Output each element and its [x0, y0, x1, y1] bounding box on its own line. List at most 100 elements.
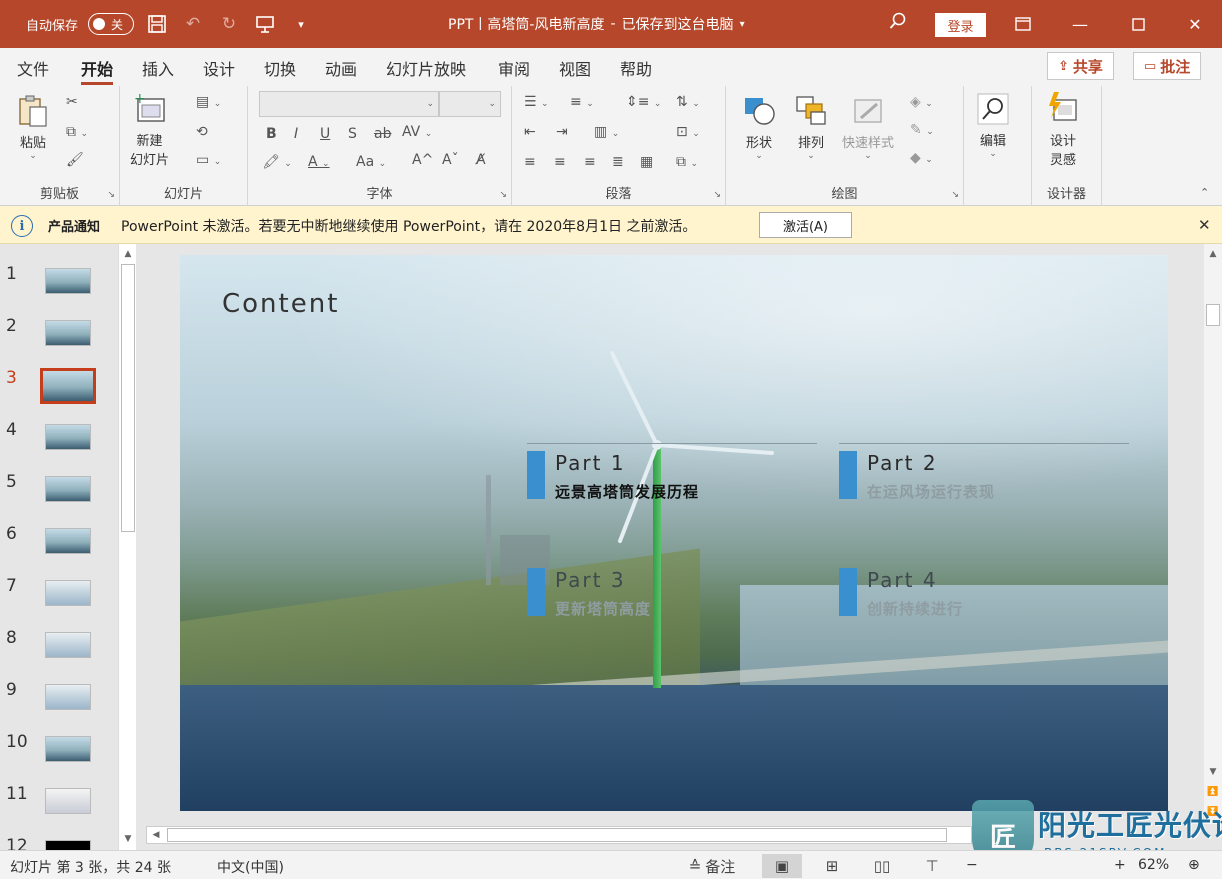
slide-sorter-icon[interactable]: ⊞ [812, 854, 852, 878]
shadow-icon[interactable]: S [348, 126, 357, 142]
text-direction-icon[interactable]: ⇅ ⌄ [676, 94, 700, 110]
current-slide[interactable]: Content Part 1 远景高塔筒发展历程 Part 2 在运风场运行表现… [180, 255, 1168, 811]
slideshow-view-icon[interactable]: ⊤ [912, 854, 952, 878]
notes-button[interactable]: ≙ 备注 [684, 854, 740, 878]
thumbnail-item[interactable]: 2 [0, 316, 118, 368]
numbering-icon[interactable]: ≡ ⌄ [570, 94, 594, 110]
bold-icon[interactable]: B [266, 126, 277, 142]
section-icon[interactable]: ▭ ⌄ [196, 152, 221, 168]
shape-effects-icon[interactable]: ◆ ⌄ [910, 150, 933, 166]
cut-icon[interactable]: ✂ [66, 94, 78, 110]
customize-toolbar-icon[interactable]: ▾ [288, 11, 314, 37]
slide-title[interactable]: Content [222, 289, 339, 319]
close-icon[interactable]: ✕ [1198, 216, 1211, 234]
part-1-block[interactable]: Part 1 远景高塔筒发展历程 [527, 443, 817, 503]
dialog-launcher-icon[interactable]: ↘ [107, 190, 115, 200]
change-case-icon[interactable]: Aa ⌄ [356, 154, 386, 170]
thumbnail-item[interactable]: 4 [0, 420, 118, 472]
thumbnail-item[interactable]: 12 [0, 836, 118, 850]
tab-slideshow[interactable]: 幻灯片放映 [386, 56, 466, 80]
thumbnail-item[interactable]: 5 [0, 472, 118, 524]
shrink-font-icon[interactable]: Aˇ [442, 152, 459, 168]
align-text-icon[interactable]: ⊡ ⌄ [676, 124, 700, 140]
scroll-up-icon[interactable]: ▲ [1204, 246, 1222, 262]
fit-to-window-icon[interactable]: ⊕ [1188, 857, 1200, 873]
part-2-block[interactable]: Part 2 在运风场运行表现 [839, 443, 1129, 503]
reset-icon[interactable]: ⟲ [196, 124, 208, 140]
editor-vertical-scrollbar[interactable]: ▲ ▼ ⏫ ⏬ [1204, 244, 1222, 824]
zoom-out-icon[interactable]: − [966, 857, 978, 873]
scroll-up-icon[interactable]: ▲ [119, 246, 137, 262]
thumbnail-item[interactable]: 6 [0, 524, 118, 576]
align-right-icon[interactable]: ≡ [584, 154, 596, 170]
grow-font-icon[interactable]: A^ [412, 152, 433, 168]
share-button[interactable]: ⇪ 共享 [1047, 52, 1114, 80]
columns-icon[interactable]: ▥ ⌄ [594, 124, 619, 140]
align-center-icon[interactable]: ≡ [554, 154, 566, 170]
increase-indent-icon[interactable]: ⇥ [556, 124, 568, 140]
tab-home[interactable]: 开始 [81, 56, 114, 85]
scroll-down-icon[interactable]: ▼ [119, 831, 137, 847]
dialog-launcher-icon[interactable]: ↘ [499, 190, 507, 200]
activate-button[interactable]: 激活(A) [759, 212, 852, 238]
scrollbar-thumb[interactable] [121, 264, 135, 532]
ribbon-display-icon[interactable] [1000, 0, 1046, 48]
normal-view-icon[interactable]: ▣ [762, 854, 802, 878]
char-spacing-icon[interactable]: AV ⌄ [402, 124, 432, 140]
scrollbar-thumb[interactable] [1206, 304, 1220, 326]
line-spacing-icon[interactable]: ⇕≡ ⌄ [626, 94, 661, 110]
justify-icon[interactable]: ≣ [612, 154, 624, 170]
chevron-down-icon[interactable]: ▾ [740, 19, 745, 30]
underline-icon[interactable]: U [320, 126, 330, 142]
thumbnail-scrollbar[interactable]: ▲ ▼ [118, 244, 136, 850]
search-icon[interactable] [889, 12, 907, 35]
undo-icon[interactable]: ↶ [180, 11, 206, 37]
smartart-icon[interactable]: ⧉ ⌄ [676, 154, 698, 170]
previous-slide-icon[interactable]: ⏫ [1204, 784, 1222, 800]
part-4-block[interactable]: Part 4 创新持续进行 [839, 560, 1129, 620]
strikethrough-icon[interactable]: ab [374, 126, 391, 142]
font-size-select[interactable]: ⌄ [439, 91, 501, 117]
thumbnail-item[interactable]: 8 [0, 628, 118, 680]
thumbnail-item-active[interactable]: 3 [0, 368, 118, 420]
tab-design[interactable]: 设计 [203, 56, 235, 80]
comment-button[interactable]: ▭ 批注 [1133, 52, 1202, 80]
dialog-launcher-icon[interactable]: ↘ [951, 190, 959, 200]
quick-styles-button[interactable]: 快速样式 ⌄ [842, 94, 894, 161]
thumbnail-item[interactable]: 1 [0, 264, 118, 316]
thumbnail-item[interactable]: 9 [0, 680, 118, 732]
arrange-button[interactable]: 排列 ⌄ [794, 94, 828, 161]
save-status[interactable]: 已保存到这台电脑 [622, 14, 734, 34]
editing-button[interactable]: 编辑 ⌄ [976, 92, 1010, 159]
design-ideas-button[interactable]: 设计 灵感 [1046, 92, 1080, 168]
tab-file[interactable]: 文件 [17, 56, 49, 80]
zoom-level[interactable]: 62% [1138, 857, 1169, 873]
distribute-icon[interactable]: ▦ [640, 154, 653, 170]
thumbnail-item[interactable]: 11 [0, 784, 118, 836]
font-name-select[interactable]: ⌄ [259, 91, 439, 117]
format-painter-icon[interactable]: 🖌 [66, 152, 84, 168]
thumbnail-item[interactable]: 7 [0, 576, 118, 628]
tab-animations[interactable]: 动画 [325, 56, 357, 80]
scrollbar-thumb[interactable] [167, 828, 947, 842]
layout-icon[interactable]: ▤ ⌄ [196, 94, 221, 110]
minimize-icon[interactable]: — [1057, 0, 1103, 48]
present-icon[interactable] [252, 11, 278, 37]
language-status[interactable]: 中文(中国) [217, 857, 284, 877]
reading-view-icon[interactable]: ▯▯ [862, 854, 902, 878]
dialog-launcher-icon[interactable]: ↘ [713, 190, 721, 200]
font-color-icon[interactable]: A ⌄ [308, 154, 330, 170]
collapse-ribbon-icon[interactable]: ⌃ [1200, 186, 1209, 199]
scroll-left-icon[interactable]: ◀ [147, 827, 165, 843]
shape-fill-icon[interactable]: ◈ ⌄ [910, 94, 933, 110]
shape-outline-icon[interactable]: ✎ ⌄ [910, 122, 934, 138]
login-button[interactable]: 登录 [935, 13, 986, 37]
editor-horizontal-scrollbar[interactable]: ◀ [146, 826, 972, 844]
align-left-icon[interactable]: ≡ [524, 154, 536, 170]
shapes-button[interactable]: 形状 ⌄ [742, 94, 776, 161]
part-3-block[interactable]: Part 3 更新塔筒高度 [527, 560, 817, 620]
tab-help[interactable]: 帮助 [620, 56, 652, 80]
maximize-icon[interactable] [1115, 0, 1161, 48]
tab-transitions[interactable]: 切换 [264, 56, 296, 80]
redo-icon[interactable]: ↻ [216, 11, 242, 37]
